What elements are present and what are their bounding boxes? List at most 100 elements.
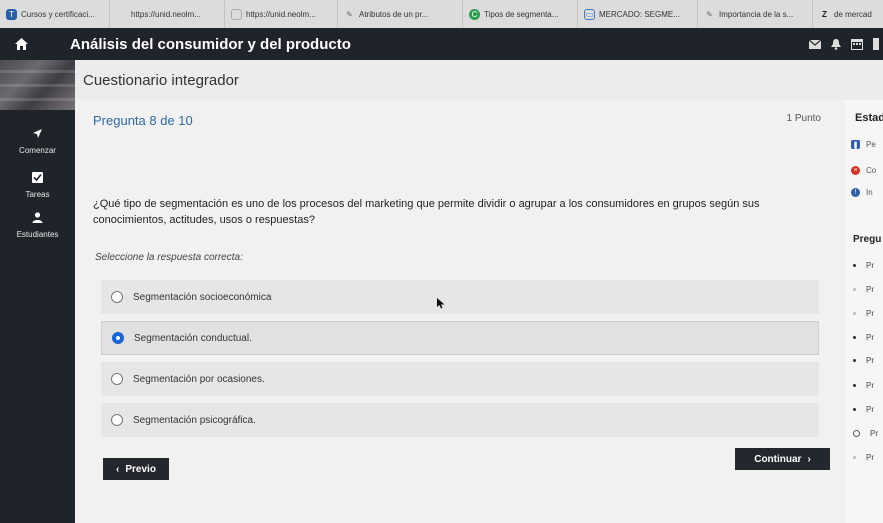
feather-icon: ✎ [706,9,713,19]
panel-icon[interactable] [873,38,879,50]
answer-option-label: Segmentación conductual. [134,332,252,344]
continue-button[interactable]: Continuar › [735,448,830,470]
questions-heading: Pregu [853,234,882,245]
question-nav-item[interactable]: Pr [853,309,874,318]
status-dot-icon [853,312,856,315]
browser-tab[interactable]: ▭ MERCADO: SEGME... [578,0,698,28]
sidebar-item-label: Estudiantes [16,230,59,239]
radio-button[interactable] [111,414,123,426]
answer-option-label: Segmentación por ocasiones. [133,373,265,385]
answer-option[interactable]: Segmentación psicográfica. [101,403,819,437]
status-legend-item: ❚ Pe [851,140,876,149]
mail-icon[interactable] [809,39,821,49]
question-nav-item[interactable]: Pr [853,405,874,414]
radio-button[interactable] [111,373,123,385]
question-nav-label: Pr [866,285,874,294]
answer-option[interactable]: Segmentación conductual. [101,321,819,355]
status-legend-item: ! In [851,188,873,197]
browser-tab[interactable]: C Tipos de segmenta... [463,0,578,28]
status-dot-icon [853,336,856,339]
question-nav-item-current[interactable]: Pr [853,429,878,438]
sidebar-item-comenzar[interactable]: Comenzar [0,126,75,155]
browser-tab-label: Atributos de un pr... [359,9,429,19]
main-content: Cuestionario integrador Pregunta 8 de 10… [75,60,845,523]
answer-option-label: Segmentación socioeconómica [133,291,272,303]
info-circle-icon: ! [851,188,860,197]
question-nav-item[interactable]: Pr [853,453,874,462]
blank-page-icon [231,8,242,20]
question-text: ¿Qué tipo de segmentación es uno de los … [93,198,760,226]
question-nav-item[interactable]: Pr [853,333,874,342]
checkbox-icon [32,170,43,188]
browser-tab[interactable]: ✎ Importancia de la s... [698,0,813,28]
browser-tab-label: de mercad [834,9,872,19]
previous-button[interactable]: ‹ Previo [103,458,169,480]
sidebar-item-estudiantes[interactable]: Estudiantes [0,210,75,239]
pause-icon: ❚ [851,140,860,149]
browser-tab-label: https://unid.neolm... [131,9,201,19]
chevron-right-icon: › [807,453,811,465]
calendar-icon[interactable] [851,38,863,50]
question-nav-label: Pr [866,333,874,342]
status-legend-label: Co [866,166,877,175]
current-question-icon [853,430,860,437]
chevron-left-icon: ‹ [116,463,120,475]
question-card: Pregunta 8 de 10 1 Punto ¿Qué tipo de se… [75,100,845,523]
question-nav-item[interactable]: Pr [853,356,874,365]
bell-icon[interactable] [831,38,841,50]
question-nav-label: Pr [866,356,874,365]
status-dot-icon [853,456,856,459]
home-icon[interactable] [6,38,36,50]
status-heading: Estad [855,112,883,124]
browser-tab[interactable]: ✎ Atributos de un pr... [338,0,463,28]
left-sidebar: Comenzar Tareas Estudiantes [0,60,75,523]
answer-option[interactable]: Segmentación socioeconómica [101,280,819,314]
browser-tab[interactable]: Z de mercad [813,0,883,28]
question-nav-label: Pr [870,429,878,438]
previous-button-label: Previo [125,463,156,475]
question-nav-item[interactable]: Pr [853,285,874,294]
status-dot-icon [853,359,856,362]
question-nav-label: Pr [866,405,874,414]
app-header: Análisis del consumidor y del producto [0,28,883,60]
user-icon [32,210,43,228]
browser-tab[interactable]: https://unid.neolm... [225,0,338,28]
continue-button-label: Continuar [754,453,802,465]
course-cover-image [0,60,75,110]
question-nav-label: Pr [866,381,874,390]
question-nav-label: Pr [866,261,874,270]
browser-tab-label: https://unid.neolm... [246,9,316,19]
answer-option-label: Segmentación psicográfica. [133,414,256,426]
question-number: Pregunta 8 de 10 [93,113,193,128]
browser-tab-strip: T Cursos y certificaci... https://unid.n… [0,0,883,28]
browser-tab[interactable]: T Cursos y certificaci... [0,0,110,28]
browser-tab[interactable]: https://unid.neolm... [110,0,225,28]
right-status-panel: Estad ❚ Pe × Co ! In Pregu Pr Pr Pr Pr P… [845,100,883,523]
status-dot-icon [853,408,856,411]
slides-icon: ▭ [584,8,595,20]
browser-tab-label: Cursos y certificaci... [21,9,95,19]
answer-option[interactable]: Segmentación por ocasiones. [101,362,819,396]
status-dot-icon [853,384,856,387]
arrow-icon [32,126,43,144]
t-logo-icon: T [6,8,17,20]
mouse-cursor-icon [437,296,445,314]
radio-button-selected[interactable] [112,332,124,344]
question-nav-item[interactable]: Pr [853,381,874,390]
status-legend-item: × Co [851,166,876,175]
z-logo-icon: Z [822,9,827,19]
question-nav-item[interactable]: Pr [853,261,874,270]
browser-tab-label: Tipos de segmenta... [484,9,559,19]
answer-instruction: Seleccione la respuesta correcta: [95,252,243,263]
green-circle-icon: C [469,8,480,20]
sidebar-item-label: Tareas [25,190,50,199]
sidebar-item-tareas[interactable]: Tareas [0,170,75,199]
sidebar-item-label: Comenzar [19,146,56,155]
browser-tab-label: Importancia de la s... [719,9,794,19]
browser-tab-label: MERCADO: SEGME... [599,9,680,19]
radio-button[interactable] [111,291,123,303]
question-nav-label: Pr [866,309,874,318]
status-dot-icon [853,288,856,291]
x-circle-icon: × [851,166,860,175]
status-legend-label: In [866,188,873,197]
